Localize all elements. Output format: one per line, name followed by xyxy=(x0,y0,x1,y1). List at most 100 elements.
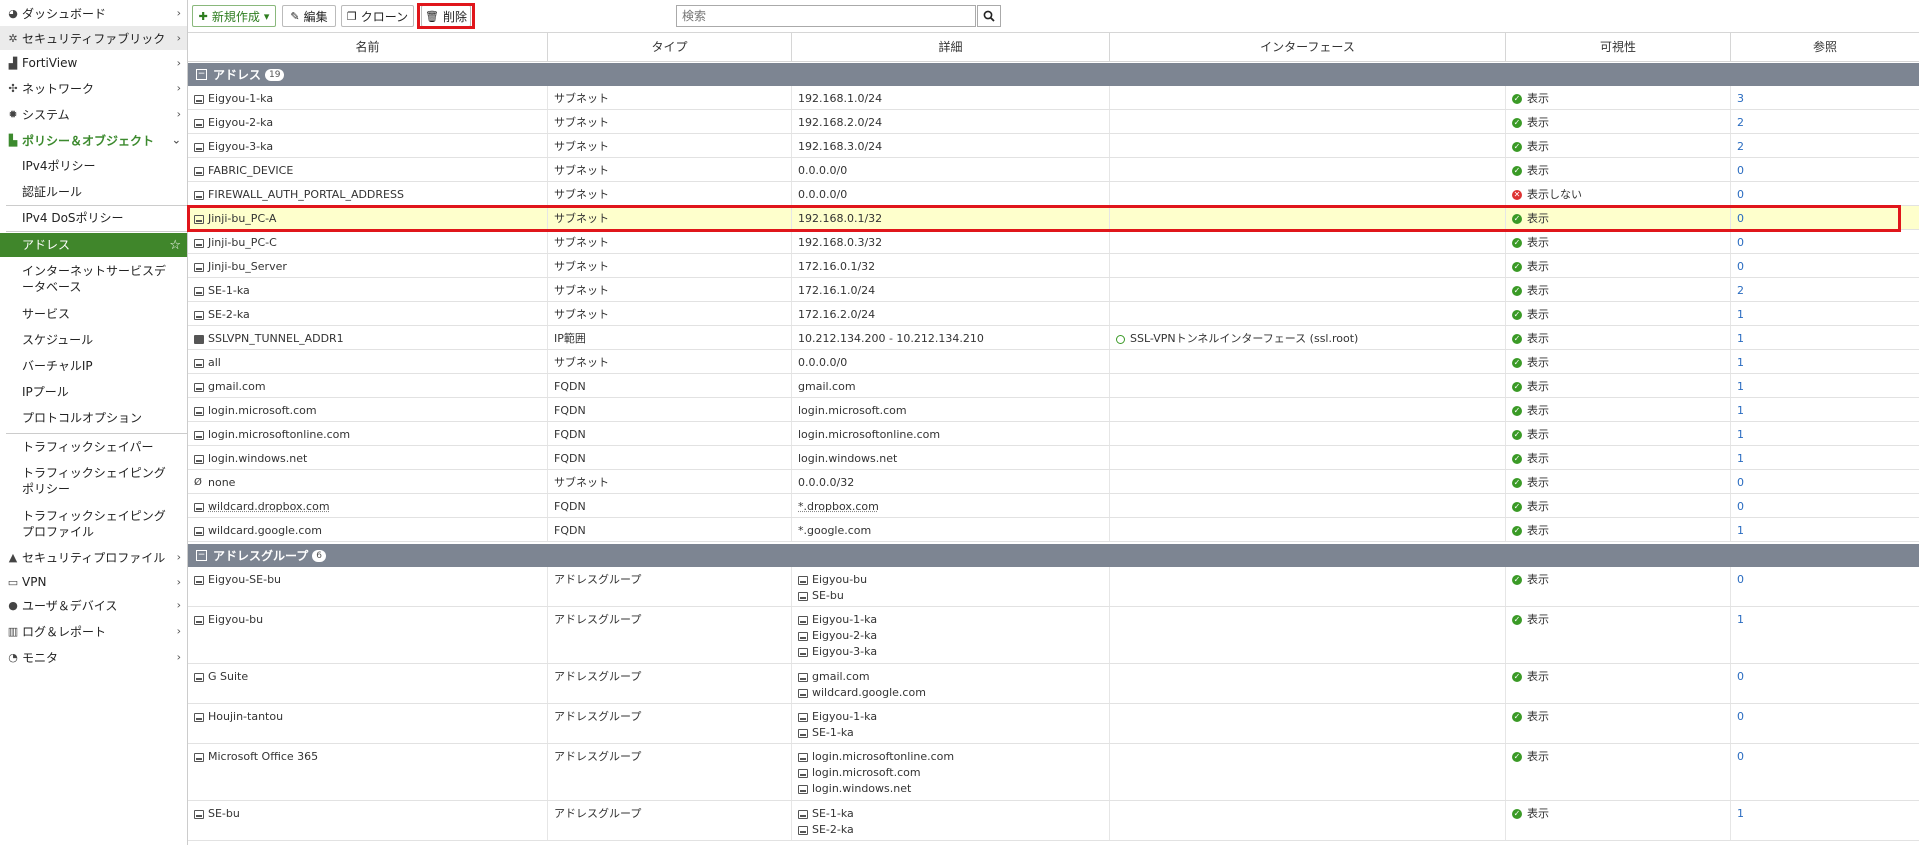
table-row[interactable]: Eigyou-3-ka サブネット 192.168.3.0/24 ✓ 表示 2 xyxy=(188,134,1919,158)
collapse-icon[interactable]: − xyxy=(196,69,207,80)
reference-count-link[interactable]: 1 xyxy=(1737,612,1744,628)
reference-count-link[interactable]: 0 xyxy=(1737,259,1744,275)
column-header-visibility[interactable]: 可視性 xyxy=(1506,33,1731,62)
column-header-details[interactable]: 詳細 xyxy=(792,33,1110,62)
sidebar-item-ipv4-policy[interactable]: IPv4ポリシー xyxy=(0,154,187,178)
sidebar-item-services[interactable]: サービス xyxy=(0,302,187,326)
sidebar-item-auth-rules[interactable]: 認証ルール xyxy=(0,180,187,204)
group-header-addresses[interactable]: − アドレス 19 xyxy=(188,63,1919,86)
visible-check-icon: ✓ xyxy=(1512,358,1522,368)
table-row[interactable]: Microsoft Office 365 アドレスグループ login.micros… xyxy=(188,744,1919,801)
table-row[interactable]: SE-2-ka サブネット 172.16.2.0/24 ✓ 表示 1 xyxy=(188,302,1919,326)
group-header-address-groups[interactable]: − アドレスグループ 6 xyxy=(188,544,1919,567)
table-row[interactable]: SE-bu アドレスグループ SE-1-ka SE-2-ka ✓ 表示 1 xyxy=(188,801,1919,841)
sidebar-item-system[interactable]: ✹ システム › xyxy=(0,103,187,125)
table-row[interactable]: Eigyou-2-ka サブネット 192.168.2.0/24 ✓ 表示 2 xyxy=(188,110,1919,134)
star-icon[interactable]: ☆ xyxy=(169,238,181,253)
table-row[interactable]: Ønone サブネット 0.0.0.0/32 ✓ 表示 0 xyxy=(188,470,1919,494)
reference-count-link[interactable]: 1 xyxy=(1737,403,1744,419)
monitor-icon: ◔ xyxy=(8,650,18,664)
sidebar-item-vpn[interactable]: ▭ VPN › xyxy=(0,571,187,593)
sidebar-item-policy-objects[interactable]: ▙ ポリシー＆オブジェクト ⌄ xyxy=(0,128,187,152)
clone-icon: ❐ xyxy=(346,9,357,23)
sidebar-item-dashboard[interactable]: ◕ ダッシュボード › xyxy=(0,2,187,24)
table-row[interactable]: G Suite アドレスグループ gmail.com wildcard.google.… xyxy=(188,664,1919,704)
reference-count-link[interactable]: 1 xyxy=(1737,379,1744,395)
table-row[interactable]: SE-1-ka サブネット 172.16.1.0/24 ✓ 表示 2 xyxy=(188,278,1919,302)
sidebar-item-fortiview[interactable]: ▟ FortiView › xyxy=(0,52,187,74)
reference-count-link[interactable]: 2 xyxy=(1737,115,1744,131)
search-input[interactable] xyxy=(676,5,976,27)
caret-down-icon: ▾ xyxy=(263,9,270,23)
table-row[interactable]: wildcard.google.com FQDN *.google.com ✓ 表示 1 xyxy=(188,518,1919,542)
sidebar-item-network[interactable]: ✣ ネットワーク › xyxy=(0,77,187,99)
reference-count-link[interactable]: 1 xyxy=(1737,523,1744,539)
sidebar-item-security-fabric[interactable]: ✲ セキュリティファブリック › xyxy=(0,26,187,50)
column-header-interface[interactable]: インターフェース xyxy=(1110,33,1506,62)
reference-count-link[interactable]: 0 xyxy=(1737,572,1744,588)
sidebar-item-ipv4-dos-policy[interactable]: IPv4 DoSポリシー xyxy=(0,206,187,230)
reference-count-link[interactable]: 0 xyxy=(1737,187,1744,203)
count-badge: 19 xyxy=(265,68,285,81)
table-row[interactable]: SSLVPN_TUNNEL_ADDR1 IP範囲 10.212.134.200 - … xyxy=(188,326,1919,350)
table-row[interactable]: FABRIC_DEVICE サブネット 0.0.0.0/0 ✓ 表示 0 xyxy=(188,158,1919,182)
sidebar-item-schedules[interactable]: スケジュール xyxy=(0,328,187,352)
table-row[interactable]: gmail.com FQDN gmail.com ✓ 表示 1 xyxy=(188,374,1919,398)
reference-count-link[interactable]: 1 xyxy=(1737,331,1744,347)
column-header-name[interactable]: 名前 xyxy=(188,33,548,62)
sidebar-item-internet-service-db[interactable]: インターネットサービスデータベース xyxy=(0,259,187,299)
sidebar-item-protocol-options[interactable]: プロトコルオプション xyxy=(0,406,187,430)
edit-button[interactable]: ✎ 編集 xyxy=(282,5,336,27)
visible-check-icon: ✓ xyxy=(1512,575,1522,585)
address-icon xyxy=(798,712,808,722)
reference-count-link[interactable]: 0 xyxy=(1737,235,1744,251)
collapse-icon[interactable]: − xyxy=(196,550,207,561)
table-row[interactable]: all サブネット 0.0.0.0/0 ✓ 表示 1 xyxy=(188,350,1919,374)
sidebar-item-virtual-ip[interactable]: バーチャルIP xyxy=(0,354,187,378)
reference-count-link[interactable]: 1 xyxy=(1737,427,1744,443)
table-row[interactable]: login.microsoftonline.com FQDN login.micro… xyxy=(188,422,1919,446)
reference-count-link[interactable]: 3 xyxy=(1737,91,1744,107)
reference-count-link[interactable]: 2 xyxy=(1737,139,1744,155)
reference-count-link[interactable]: 2 xyxy=(1737,283,1744,299)
reference-count-link[interactable]: 1 xyxy=(1737,451,1744,467)
table-row[interactable]: FIREWALL_AUTH_PORTAL_ADDRESS サブネット 0.0.0.0… xyxy=(188,182,1919,206)
column-header-references[interactable]: 参照 xyxy=(1731,33,1919,62)
table-row[interactable]: wildcard.dropbox.com FQDN *.dropbox.com ✓ 表示… xyxy=(188,494,1919,518)
sidebar-item-ip-pools[interactable]: IPプール xyxy=(0,380,187,404)
address-group-icon xyxy=(194,575,204,585)
chevron-right-icon: › xyxy=(176,56,181,70)
table-row[interactable]: Eigyou-SE-bu アドレスグループ Eigyou-bu SE-bu ✓ 表示 0 xyxy=(188,567,1919,607)
reference-count-link[interactable]: 0 xyxy=(1737,475,1744,491)
table-row[interactable]: Jinji-bu_Server サブネット 172.16.0.1/32 ✓ 表示 0 xyxy=(188,254,1919,278)
table-row[interactable]: Eigyou-1-ka サブネット 192.168.1.0/24 ✓ 表示 3 xyxy=(188,86,1919,110)
group-member: SE-2-ka xyxy=(812,823,854,836)
table-row[interactable]: Houjin-tantou アドレスグループ Eigyou-1-ka SE-1-ka ✓… xyxy=(188,704,1919,744)
hidden-icon: ✕ xyxy=(1512,190,1522,200)
reference-count-link[interactable]: 0 xyxy=(1737,163,1744,179)
sidebar-item-traffic-shaping-profile[interactable]: トラフィックシェイピングプロファイル xyxy=(0,504,187,544)
table-row[interactable]: login.microsoft.com FQDN login.microsoft.c… xyxy=(188,398,1919,422)
table-row[interactable]: Jinji-bu_PC-C サブネット 192.168.0.3/32 ✓ 表示 0 xyxy=(188,230,1919,254)
create-new-button[interactable]: ✚ 新規作成 ▾ xyxy=(192,5,276,27)
reference-count-link[interactable]: 0 xyxy=(1737,669,1744,685)
sidebar-item-monitor[interactable]: ◔ モニタ › xyxy=(0,646,187,668)
reference-count-link[interactable]: 0 xyxy=(1737,709,1744,725)
sidebar-item-traffic-shaping-policy[interactable]: トラフィックシェイピングポリシー xyxy=(0,461,187,501)
sidebar-item-addresses[interactable]: アドレス ☆ xyxy=(0,233,187,257)
sidebar-item-traffic-shapers[interactable]: トラフィックシェイパー xyxy=(0,435,187,459)
table-row[interactable]: login.windows.net FQDN login.windows.net ✓ 表… xyxy=(188,446,1919,470)
reference-count-link[interactable]: 0 xyxy=(1737,499,1744,515)
table-row[interactable]: Eigyou-bu アドレスグループ Eigyou-1-ka Eigyou-2-ka E… xyxy=(188,607,1919,664)
column-header-type[interactable]: タイプ xyxy=(548,33,792,62)
chevron-right-icon: › xyxy=(176,6,181,20)
reference-count-link[interactable]: 1 xyxy=(1737,806,1744,822)
sidebar-item-security-profiles[interactable]: ▲ セキュリティプロファイル › xyxy=(0,546,187,568)
clone-button[interactable]: ❐ クローン xyxy=(341,5,414,27)
sidebar-item-log-report[interactable]: ▥ ログ＆レポート › xyxy=(0,620,187,642)
reference-count-link[interactable]: 1 xyxy=(1737,307,1744,323)
search-button[interactable] xyxy=(977,5,1001,27)
reference-count-link[interactable]: 0 xyxy=(1737,749,1744,765)
sidebar-item-user-device[interactable]: ● ユーザ＆デバイス › xyxy=(0,594,187,616)
reference-count-link[interactable]: 1 xyxy=(1737,355,1744,371)
